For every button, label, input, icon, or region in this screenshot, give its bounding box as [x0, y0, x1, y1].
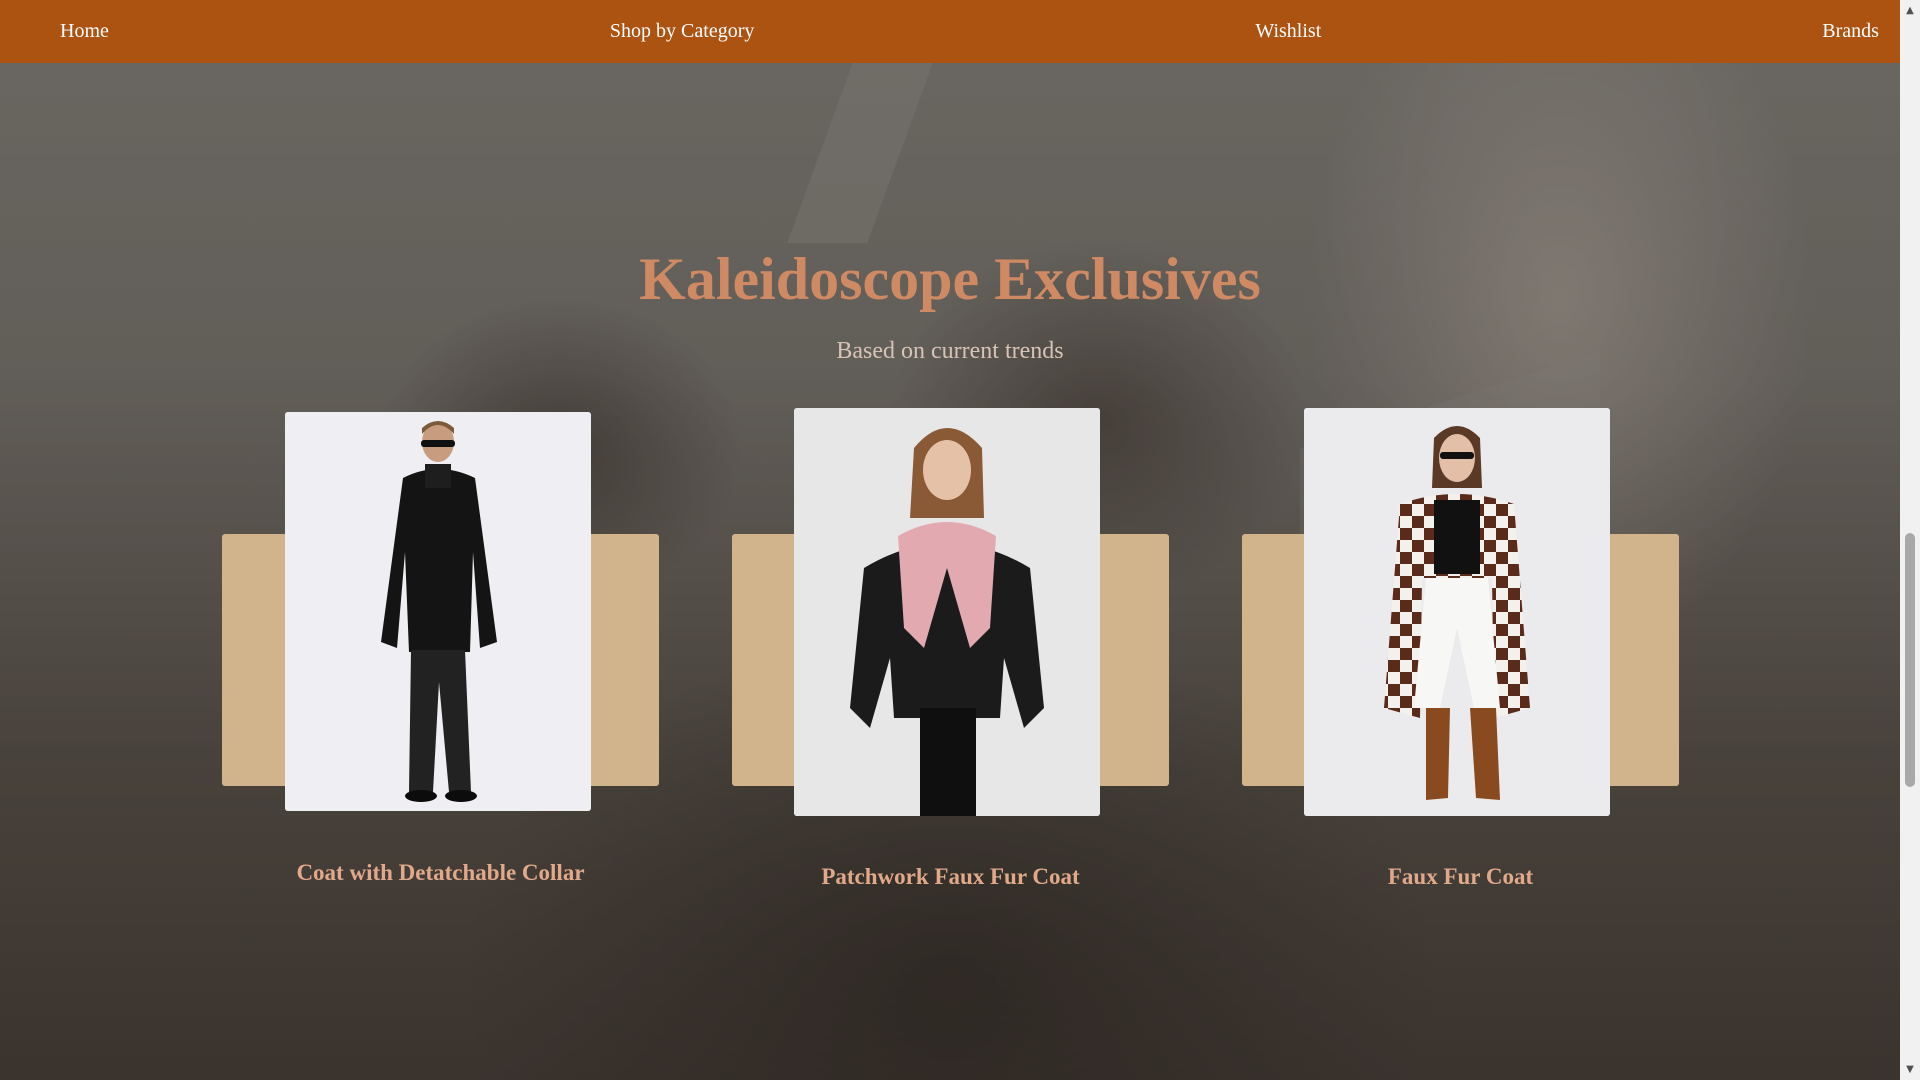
- product-title[interactable]: Patchwork Faux Fur Coat: [732, 864, 1169, 890]
- scrollbar-thumb[interactable]: [1905, 533, 1915, 787]
- top-navigation-bar: Home Shop by Category Wishlist Brands: [0, 0, 1900, 63]
- section-title: Kaleidoscope Exclusives: [639, 246, 1261, 312]
- nav-link-shop-by-category[interactable]: Shop by Category: [610, 20, 754, 43]
- product-image-woman-in-leather-fur-jacket[interactable]: [794, 408, 1100, 816]
- product-title[interactable]: Faux Fur Coat: [1242, 864, 1679, 890]
- nav-link-brands[interactable]: Brands: [1822, 20, 1879, 43]
- triangle-down-icon[interactable]: ▼: [1900, 1061, 1920, 1078]
- nav-link-home[interactable]: Home: [60, 20, 109, 43]
- product-image-man-in-black-coat[interactable]: [285, 412, 591, 811]
- product-title[interactable]: Coat with Detatchable Collar: [222, 860, 659, 886]
- page: Home Shop by Category Wishlist Brands Ka…: [0, 0, 1920, 1080]
- nav-link-wishlist[interactable]: Wishlist: [1255, 20, 1321, 43]
- product-card-faux-fur-coat[interactable]: Faux Fur Coat: [1242, 408, 1679, 894]
- product-image-woman-in-checkered-fur-coat[interactable]: [1304, 408, 1610, 816]
- vertical-scrollbar[interactable]: ▲ ▼: [1900, 0, 1920, 1080]
- section-subtitle: Based on current trends: [836, 338, 1064, 364]
- triangle-up-icon[interactable]: ▲: [1900, 2, 1920, 19]
- product-card-coat-with-detachable-collar[interactable]: Coat with Detatchable Collar: [222, 412, 659, 894]
- product-card-patchwork-faux-fur-coat[interactable]: Patchwork Faux Fur Coat: [732, 408, 1169, 894]
